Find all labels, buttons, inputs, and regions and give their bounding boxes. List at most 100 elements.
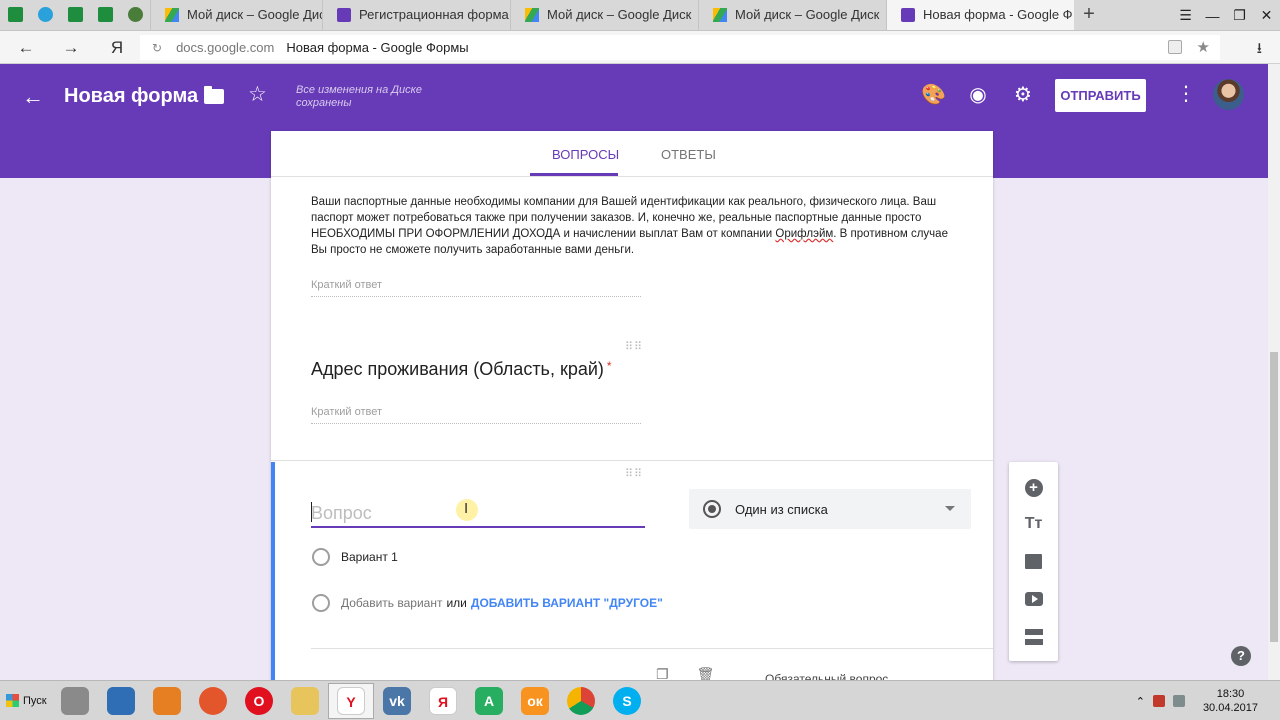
taskbar-app[interactable] <box>52 683 98 719</box>
question-type-select[interactable]: Один из списка <box>689 489 971 529</box>
pinned-tab-telegram[interactable] <box>30 0 60 30</box>
radio-button <box>312 594 330 612</box>
taskbar-app[interactable] <box>190 683 236 719</box>
reload-icon[interactable]: ↻ <box>152 41 162 55</box>
delete-icon[interactable]: 🗑 <box>697 666 715 680</box>
option-label[interactable]: Вариант 1 <box>341 550 398 564</box>
browser-tab-title: Мой диск – Google Диск <box>735 7 880 22</box>
taskbar-app[interactable]: O <box>236 683 282 719</box>
radio-button[interactable] <box>312 548 330 566</box>
taskbar-app[interactable] <box>98 683 144 719</box>
add-question-icon[interactable]: + <box>1021 475 1046 500</box>
question-description: Ваши паспортные данные необходимы компан… <box>311 196 948 256</box>
question-input[interactable]: Вопрос <box>311 500 645 528</box>
google-sheets-icon <box>97 7 113 22</box>
add-title-icon[interactable]: Tт <box>1021 511 1046 536</box>
copy-icon[interactable]: ❐ <box>656 666 669 680</box>
option-row: Вариант 1 <box>312 548 398 566</box>
more-vert-icon[interactable]: ⋮ <box>1176 81 1196 106</box>
close-window-icon[interactable]: ✕ <box>1253 7 1280 24</box>
tray-app-icon[interactable] <box>1152 695 1165 707</box>
active-question-card[interactable]: ⠿⠿ Вопрос Один из списка Вариант 1 Добав… <box>271 462 993 680</box>
add-other-option-link[interactable]: ДОБАВИТЬ ВАРИАНТ "ДРУГОЕ" <box>471 596 663 610</box>
taskbar-app[interactable] <box>282 683 328 719</box>
start-button[interactable]: Пуск <box>2 683 52 719</box>
drag-handle-icon[interactable]: ⠿⠿ <box>625 469 642 480</box>
pinned-tab-sheets-3[interactable] <box>90 0 120 30</box>
help-icon[interactable]: ? <box>1231 646 1251 666</box>
preview-eye-icon[interactable]: ◉ <box>966 82 990 107</box>
download-icon[interactable]: ⭳ <box>1257 38 1262 63</box>
folder-icon[interactable] <box>204 86 224 104</box>
settings-gear-icon[interactable]: ⚙ <box>1011 82 1035 107</box>
google-forms-icon <box>901 7 915 22</box>
add-image-icon[interactable] <box>1021 549 1046 574</box>
star-icon[interactable]: ☆ <box>248 82 267 107</box>
yandex-browser-icon: Y <box>337 686 365 715</box>
taskbar-app[interactable] <box>144 683 190 719</box>
tab-questions[interactable]: ВОПРОСЫ <box>552 147 619 162</box>
browser-tab-title: Мой диск – Google Диск <box>547 7 692 22</box>
yandex-icon: Я <box>429 686 457 715</box>
restore-icon[interactable]: ❐ <box>1226 7 1253 24</box>
tab-responses[interactable]: ОТВЕТЫ <box>661 147 716 162</box>
avatar[interactable] <box>1213 79 1244 110</box>
question-type-label: Один из списка <box>735 501 828 517</box>
browser-tab-title: Мой диск – Google Диск <box>187 7 322 22</box>
palette-icon[interactable]: 🎨 <box>921 82 946 107</box>
url-field[interactable]: ↻ docs.google.com Новая форма - Google Ф… <box>140 35 1220 60</box>
google-drive-icon <box>525 7 539 22</box>
add-video-icon[interactable] <box>1021 586 1046 611</box>
pinned-tab-sheets[interactable] <box>0 0 30 30</box>
browser-tab-active[interactable]: Новая форма - Google Ф × <box>886 0 1074 30</box>
green-arrow-icon: A <box>475 686 503 715</box>
form-card: ВОПРОСЫ ОТВЕТЫ Ваши паспортные данные не… <box>271 131 993 680</box>
browser-tab[interactable]: Мой диск – Google Диск <box>698 0 886 30</box>
window-controls: ☰ — ❐ ✕ <box>1172 0 1280 31</box>
bookmark-star-icon[interactable]: ★ <box>1197 38 1210 56</box>
add-option-link[interactable]: Добавить вариант <box>341 596 442 610</box>
form-title[interactable]: Новая форма <box>64 85 198 108</box>
back-icon[interactable]: ← <box>12 31 40 64</box>
browser-tab[interactable]: Регистрационная форма <box>322 0 510 30</box>
taskbar-app[interactable]: Я <box>420 683 466 719</box>
menu-icon[interactable]: ☰ <box>1172 7 1199 24</box>
page-scrollbar[interactable] <box>1268 64 1280 680</box>
scrollbar-thumb[interactable] <box>1270 352 1278 642</box>
forward-icon[interactable]: → <box>57 31 85 64</box>
taskbar-app-yandex-browser[interactable]: Y <box>328 682 374 719</box>
required-toggle-label[interactable]: Обязательный вопрос <box>765 672 888 680</box>
side-toolbar: + Tт <box>1009 462 1058 661</box>
taskbar-app[interactable] <box>558 683 604 719</box>
taskbar-app[interactable]: S <box>604 683 650 719</box>
taskbar-app[interactable]: vk <box>374 683 420 719</box>
minimize-icon[interactable]: — <box>1199 8 1226 24</box>
folder-icon <box>291 686 319 715</box>
question-footer-tools: ❐ 🗑 <box>656 666 714 680</box>
taskbar-app[interactable]: A <box>466 683 512 719</box>
add-section-icon[interactable] <box>1021 624 1046 649</box>
tray-expand-icon[interactable]: ⌃ <box>1136 695 1145 708</box>
opera-icon: O <box>245 686 273 715</box>
question-title[interactable]: Адрес проживания (Область, край) * <box>311 359 612 380</box>
yandex-icon[interactable]: Я <box>103 31 131 64</box>
back-arrow-icon[interactable]: ← <box>22 84 44 110</box>
google-drive-icon <box>713 7 727 22</box>
pinned-tab-app[interactable] <box>120 0 150 30</box>
browser-tab[interactable]: Мой диск – Google Диск <box>150 0 322 30</box>
browser-tab[interactable]: Мой диск – Google Диск <box>510 0 698 30</box>
pinned-tab-sheets-2[interactable] <box>60 0 90 30</box>
mouse-cursor <box>456 499 478 521</box>
protect-icon[interactable] <box>1168 40 1182 54</box>
windows-logo-icon <box>6 694 19 707</box>
send-button[interactable]: ОТПРАВИТЬ <box>1055 79 1146 112</box>
network-icon[interactable] <box>1172 695 1185 707</box>
taskbar-app[interactable]: ок <box>512 683 558 719</box>
google-sheets-icon <box>7 7 23 22</box>
clock[interactable]: 18:30 30.04.2017 <box>1203 687 1258 715</box>
browser-tab-strip: Мой диск – Google Диск Регистрационная ф… <box>0 0 1280 31</box>
new-tab-button[interactable]: + <box>1074 0 1104 30</box>
address-bar: ← → Я ↻ docs.google.com Новая форма - Go… <box>0 31 1280 64</box>
taskbar: Пуск O Y vk Я A ок S ⌃ 18:30 30.04.2017 <box>0 680 1280 720</box>
drag-handle-icon[interactable]: ⠿⠿ <box>625 342 642 353</box>
